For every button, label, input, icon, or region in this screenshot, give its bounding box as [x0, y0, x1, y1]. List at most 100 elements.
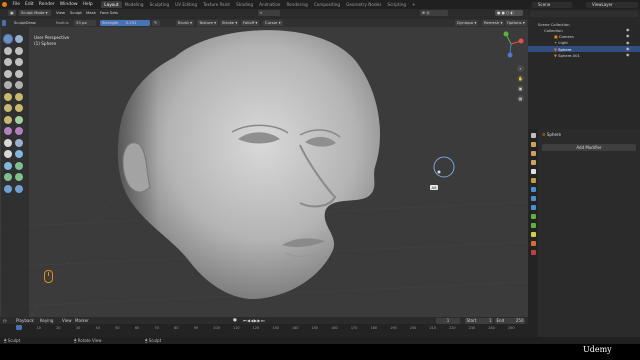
menu-window[interactable]: Window — [57, 2, 80, 7]
outliner-collection[interactable]: Collection — [544, 28, 563, 33]
crease-tool-icon[interactable] — [4, 81, 12, 89]
visibility-icons[interactable]: ◉ ◉ ◉ ◉ ◉ — [626, 27, 630, 58]
data-tab-icon[interactable] — [530, 241, 536, 246]
add-modifier-button[interactable]: Add Modifier — [542, 144, 636, 151]
menu-sculpt[interactable]: Sculpt — [68, 10, 84, 16]
gizmo-buttons[interactable]: ⊕ ◎ — [420, 10, 448, 16]
layer-tool-icon[interactable] — [15, 58, 23, 66]
camera-view-icon[interactable]: ▣ — [517, 85, 524, 92]
tab-modeling[interactable]: Modeling — [122, 1, 147, 8]
menu-face-sets[interactable]: Face Sets — [98, 10, 120, 16]
stroke-menu[interactable]: Stroke ▾ — [220, 20, 240, 26]
grab-tool-icon[interactable] — [15, 115, 23, 124]
menu-mask[interactable]: Mask — [84, 10, 98, 16]
tab-geometry-nodes[interactable]: Geometry Nodes — [343, 1, 384, 8]
blob-tool-icon[interactable] — [15, 69, 23, 78]
scrape-tool-icon[interactable] — [4, 104, 12, 112]
slide-relax-tool-icon[interactable] — [4, 161, 12, 170]
render-tab-icon[interactable] — [530, 142, 536, 147]
pan-hand-icon[interactable]: ✋ — [517, 75, 524, 82]
add-workspace-button[interactable]: + — [409, 1, 419, 8]
navigation-gizmo[interactable] — [496, 29, 526, 59]
outliner-scene-collection[interactable]: Scene Collection — [538, 22, 570, 27]
tab-scripting[interactable]: Scripting — [384, 1, 409, 8]
draw-tool-icon[interactable] — [4, 35, 12, 43]
snake-hook-tool-icon[interactable] — [15, 127, 23, 135]
inflate-tool-icon[interactable] — [4, 69, 12, 78]
falloff-menu[interactable]: Falloff ▾ — [241, 20, 260, 26]
radius-field[interactable]: 33 px — [74, 20, 96, 26]
mode-selector[interactable]: Sculpt Mode ▾ — [19, 10, 51, 16]
strength-field[interactable]: Strength 0.251 — [100, 20, 150, 26]
cloth-tool-icon[interactable] — [4, 173, 12, 181]
ortho-grid-icon[interactable]: ▦ — [517, 95, 524, 102]
tab-animation[interactable]: Animation — [256, 1, 283, 8]
simplify-tool-icon[interactable] — [15, 173, 23, 181]
playhead[interactable] — [16, 325, 22, 330]
draw-face-sets-tool-icon[interactable] — [15, 184, 23, 193]
pressure-toggle[interactable]: ✎ — [152, 20, 160, 26]
zoom-icon[interactable]: ⌕ — [517, 65, 524, 72]
outliner-sphere-001[interactable]: ▼ Sphere.001 — [554, 53, 580, 58]
modifier-tab-icon[interactable] — [530, 205, 536, 210]
clay-tool-icon[interactable] — [4, 46, 12, 55]
viewport-search-field[interactable]: ⌕ — [258, 10, 280, 16]
constraints-tab-icon[interactable] — [530, 232, 536, 237]
tab-texture-paint[interactable]: Texture Paint — [200, 1, 233, 8]
tab-uv-editing[interactable]: UV Editing — [172, 1, 200, 8]
tool-tab-icon[interactable] — [530, 133, 536, 138]
menu-help[interactable]: Help — [80, 2, 95, 7]
material-tab-icon[interactable] — [530, 250, 536, 255]
clay-strips-tool-icon[interactable] — [15, 46, 23, 55]
view-layer-selector[interactable]: ViewLayer — [586, 1, 638, 8]
remesh-menu[interactable]: Remesh ▾ — [482, 20, 505, 26]
collection-tab-icon[interactable] — [530, 187, 536, 192]
outliner-sphere[interactable]: ▼ Sphere — [554, 47, 572, 52]
elastic-deform-tool-icon[interactable] — [4, 127, 12, 135]
smooth-tool-icon[interactable] — [15, 81, 23, 89]
multiplane-scrape-tool-icon[interactable] — [15, 104, 23, 112]
options-menu[interactable]: Options ▾ — [505, 20, 527, 26]
menu-file[interactable]: File — [10, 2, 23, 7]
active-tool-icon[interactable] — [2, 20, 6, 26]
editor-type-button[interactable]: ▣ — [8, 10, 16, 16]
outliner-search-field[interactable] — [530, 11, 638, 17]
nudge-tool-icon[interactable] — [4, 150, 12, 158]
texture-menu[interactable]: Texture ▾ — [197, 20, 219, 26]
thumb-tool-icon[interactable] — [4, 138, 12, 147]
rotate-tool-icon[interactable] — [15, 150, 23, 158]
cursor-menu[interactable]: Cursor ▾ — [263, 20, 283, 26]
shading-buttons[interactable]: ● ● ○ ◐ — [495, 10, 523, 16]
pinch-tool-icon[interactable] — [4, 115, 12, 124]
physics-tab-icon[interactable] — [530, 223, 536, 228]
output-tab-icon[interactable] — [530, 151, 536, 156]
scene-selector[interactable]: Scene — [532, 1, 572, 8]
world-tab-icon[interactable] — [530, 178, 536, 183]
tab-compositing[interactable]: Compositing — [311, 1, 343, 8]
tab-rendering[interactable]: Rendering — [283, 1, 310, 8]
menu-render[interactable]: Render — [36, 2, 57, 7]
outliner-light[interactable]: ✦ Light — [554, 40, 568, 45]
pose-tool-icon[interactable] — [15, 138, 23, 147]
timeline-ruler[interactable]: 0102030405060708090100110120130140150160… — [0, 317, 528, 337]
tab-layout[interactable]: Layout — [101, 1, 122, 8]
outliner-camera[interactable]: ■ Camera — [554, 34, 574, 39]
tab-sculpting[interactable]: Sculpting — [147, 1, 173, 8]
3d-viewport[interactable]: User Perspective (1) Sphere Alt ⌕ ✋ ▣ ▦ — [0, 27, 528, 317]
particles-tab-icon[interactable] — [530, 214, 536, 219]
mask-tool-icon[interactable] — [4, 184, 12, 193]
tab-shading[interactable]: Shading — [233, 1, 256, 8]
scene-tab-icon[interactable] — [530, 169, 536, 174]
blender-logo-icon[interactable] — [2, 2, 7, 7]
boundary-tool-icon[interactable] — [15, 161, 23, 170]
object-tab-icon[interactable] — [530, 196, 536, 201]
clay-thumb-tool-icon[interactable] — [4, 58, 12, 66]
fill-tool-icon[interactable] — [15, 92, 23, 101]
draw-sharp-tool-icon[interactable] — [15, 35, 23, 43]
brush-menu[interactable]: Brush ▾ — [176, 20, 195, 26]
dyntopo-menu[interactable]: Dyntopo ▾ — [455, 20, 479, 26]
menu-view[interactable]: View — [54, 10, 67, 16]
flatten-tool-icon[interactable] — [4, 92, 12, 101]
view-layer-tab-icon[interactable] — [530, 160, 536, 165]
menu-edit[interactable]: Edit — [23, 2, 37, 7]
